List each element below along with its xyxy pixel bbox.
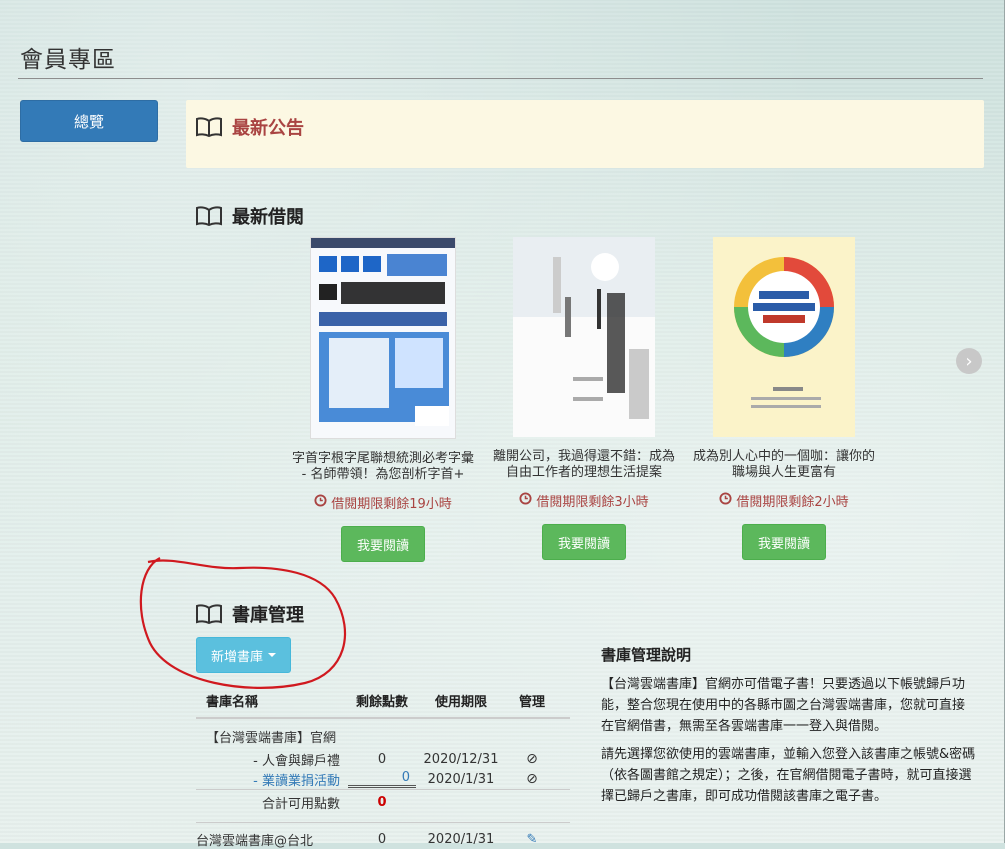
recent-borrows-heading: 最新借閱	[196, 203, 304, 229]
title-divider	[18, 78, 983, 79]
table-row: 台灣雲端書庫@台北 0 2020/1/31 ✎	[196, 822, 570, 849]
borrow-remaining: 借閱期限剩餘19小時	[288, 493, 478, 512]
book-icon	[196, 117, 222, 137]
ban-icon: ⊘	[526, 751, 538, 767]
library-expiry: 2020/1/31	[427, 831, 495, 847]
announcement-panel	[186, 100, 984, 168]
library-points: 0	[377, 751, 387, 767]
book-title[interactable]: 離開公司，我過得還不錯：成為自由工作者的理想生活提案	[489, 449, 679, 481]
announcement-heading: 最新公告	[196, 114, 304, 140]
book-cover[interactable]	[513, 237, 655, 437]
library-expiry: 2020/1/31	[427, 771, 495, 787]
borrow-remaining-text: 借閱期限剩餘3小時	[536, 495, 649, 510]
library-expiry: 2020/12/31	[423, 751, 499, 767]
column-header: 剩餘點數	[355, 694, 408, 710]
library-name-link[interactable]: - 業讀業捐活動	[196, 770, 346, 789]
book-card: 字首字根字尾聯想統測必考字彙 - 名師帶領！為您剖析字首+ 借閱期限剩餘19小時…	[288, 237, 478, 562]
info-heading: 書庫管理說明	[601, 646, 692, 664]
page-title: 會員專區	[20, 47, 116, 73]
library-name: 台灣雲端書庫@台北	[196, 833, 314, 849]
book-title[interactable]: 字首字根字尾聯想統測必考字彙 - 名師帶領！為您剖析字首+	[288, 451, 478, 483]
borrow-remaining-text: 借閱期限剩餘2小時	[736, 495, 849, 510]
column-header: 管理	[518, 694, 545, 710]
borrow-remaining: 借閱期限剩餘2小時	[689, 491, 879, 510]
table-row: - 人會與歸戶禮 0 2020/12/31 ⊘	[196, 749, 570, 769]
book-card: 離開公司，我過得還不錯：成為自由工作者的理想生活提案 借閱期限剩餘3小時 我要閱…	[489, 237, 679, 560]
info-paragraph: 【台灣雲端書庫】官網亦可借電子書！只要透過以下帳號歸戶功能，整合您現在使用中的各…	[601, 677, 966, 734]
column-header: 使用期限	[434, 694, 487, 710]
table-row: - 業讀業捐活動 0 2020/1/31 ⊘	[196, 769, 570, 789]
ban-icon: ⊘	[526, 771, 538, 787]
read-button[interactable]: 我要閱讀	[742, 524, 826, 560]
library-table: 書庫名稱 剩餘點數 使用期限 管理 【台灣雲端書庫】官網 - 人會與歸戶禮 0 …	[196, 683, 570, 849]
clock-icon	[314, 494, 327, 511]
total-label: 合計可用點數	[261, 796, 340, 812]
book-cover[interactable]	[713, 237, 855, 437]
borrow-remaining: 借閱期限剩餘3小時	[489, 491, 679, 510]
book-cover[interactable]	[310, 237, 456, 439]
clock-icon	[719, 492, 732, 509]
annotation-circle	[139, 557, 347, 689]
library-name: - 人會與歸戶禮	[253, 753, 340, 769]
chevron-right-icon[interactable]: ›	[956, 348, 982, 374]
library-group-name: 【台灣雲端書庫】官網	[206, 731, 337, 746]
library-info: 書庫管理說明 【台灣雲端書庫】官網亦可借電子書！只要透過以下帳號歸戶功能，整合您…	[601, 645, 977, 814]
total-points: 0	[377, 794, 387, 810]
library-points: 0	[346, 770, 418, 788]
read-button[interactable]: 我要閱讀	[542, 524, 626, 560]
info-paragraph: 請先選擇您欲使用的雲端書庫，並輸入您登入該書庫之帳號&密碼（依各圖書館之規定）；…	[601, 747, 976, 804]
announcement-heading-text: 最新公告	[232, 118, 304, 139]
book-title[interactable]: 成為別人心中的一個咖：讓你的職場與人生更富有	[689, 449, 879, 481]
book-icon	[196, 206, 222, 226]
edit-icon[interactable]: ✎	[504, 832, 560, 847]
library-points: 0	[377, 831, 387, 847]
overview-button[interactable]: 總覽	[20, 100, 158, 142]
recent-borrows-heading-text: 最新借閱	[232, 207, 304, 228]
borrow-remaining-text: 借閱期限剩餘19小時	[331, 497, 452, 512]
clock-icon	[519, 492, 532, 509]
total-row: 合計可用點數 0	[196, 789, 570, 814]
book-card: 成為別人心中的一個咖：讓你的職場與人生更富有 借閱期限剩餘2小時 我要閱讀	[689, 237, 879, 560]
